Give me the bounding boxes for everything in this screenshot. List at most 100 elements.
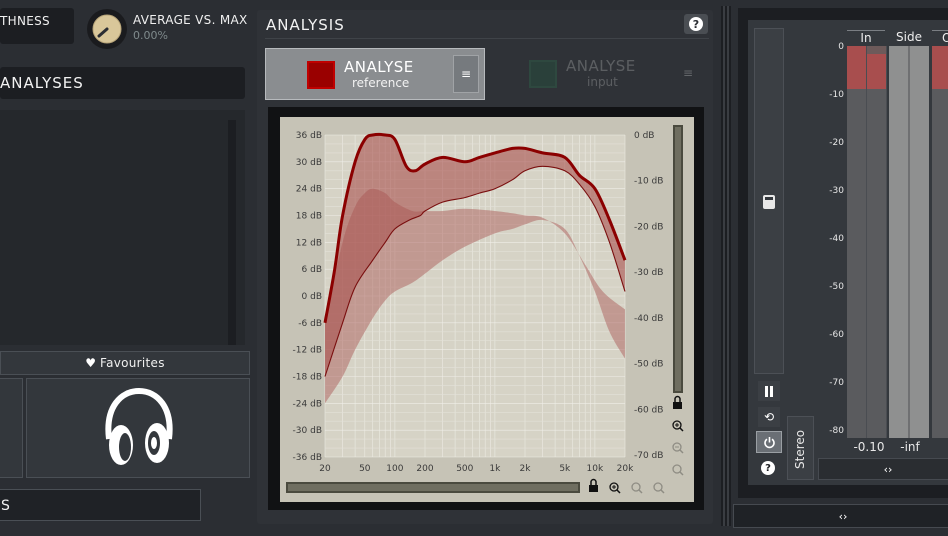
stereo-label: Stereo: [793, 429, 807, 469]
y-axis-right-labels: 0 dB -10 dB -20 dB -30 dB -40 dB -50 dB -60 dB…: [634, 131, 663, 461]
meter-in-left-peak: [847, 46, 866, 89]
y-tick-label-left: -6 dB: [298, 319, 322, 329]
pause-icon-bar-right: [770, 385, 773, 397]
horizontal-zoom-out-icon[interactable]: [631, 482, 643, 494]
horizontal-zoom-in-icon[interactable]: [609, 482, 621, 494]
bottom-arrows-button[interactable]: ‹›: [733, 504, 948, 528]
meter-side-bars: [889, 46, 929, 438]
y-tick-label-right: -40 dB: [634, 314, 663, 324]
meter-in-value: -0.10: [853, 440, 885, 454]
x-tick-label: 2k: [520, 464, 532, 474]
y-tick-label-left: 36 dB: [296, 131, 322, 141]
y-tick-label-right: -60 dB: [634, 405, 663, 415]
meter-out-peak: [932, 46, 948, 89]
power-button[interactable]: [756, 431, 782, 453]
help-button[interactable]: ?: [684, 14, 708, 34]
x-tick-label: 1k: [489, 464, 501, 474]
vertical-zoom-reset-icon[interactable]: [672, 464, 684, 476]
meter-side-separator: [908, 46, 910, 438]
meter-side-strip: [754, 28, 784, 374]
y-tick-label-left: -12 dB: [293, 346, 322, 356]
x-tick-label: 5k: [559, 464, 571, 474]
plot-horizontal-slider-thumb[interactable]: [288, 484, 578, 491]
x-tick-label: 200: [416, 464, 433, 474]
smoothness-label: THNESS: [0, 14, 50, 28]
meter-tick-label: 0: [838, 42, 844, 52]
meter-tick-label: -40: [829, 234, 844, 244]
meter-in-right-hold: [867, 46, 886, 54]
analyse-reference-title: ANALYSE: [344, 58, 414, 76]
x-tick-label: 20k: [617, 464, 634, 474]
preset-tile-left[interactable]: [0, 378, 23, 478]
loop-icon: ⟲: [763, 410, 775, 424]
meter-side-value: -inf: [900, 440, 920, 454]
pause-icon-bar-left: [765, 385, 768, 397]
analyse-input-sub: input: [587, 75, 618, 89]
y-tick-label-right: 0 dB: [634, 131, 654, 141]
y-tick-label-left: 12 dB: [296, 238, 322, 248]
analyse-input-button[interactable]: ANALYSE input ≡: [515, 48, 705, 100]
y-tick-label-left: 18 dB: [296, 212, 322, 222]
meter-tick-label: -30: [829, 186, 844, 196]
x-tick-label: 20: [319, 464, 331, 474]
meter-tick-label: -80: [829, 426, 844, 436]
y-tick-label-left: 30 dB: [296, 158, 322, 168]
average-vs-max-value: 0.00%: [133, 29, 168, 42]
smoothness-panel: THNESS: [0, 8, 74, 44]
meter-help-icon[interactable]: ?: [761, 461, 775, 475]
y-tick-label-left: -36 dB: [293, 453, 322, 463]
y-tick-label-left: -18 dB: [293, 373, 322, 383]
analyses-header: ANALYSES: [0, 67, 245, 99]
average-vs-max-label: AVERAGE VS. MAX: [133, 13, 248, 27]
analyse-reference-sub: reference: [352, 76, 410, 90]
favourites-button[interactable]: ♥ Favourites: [0, 351, 250, 375]
y-axis-left-labels: 36 dB 30 dB 24 dB 18 dB 12 dB 6 dB 0 dB -6 dB -1…: [293, 131, 322, 463]
y-tick-label-left: 6 dB: [302, 265, 322, 275]
y-tick-label-left: 0 dB: [302, 292, 322, 302]
vertical-lock-icon[interactable]: [673, 395, 682, 410]
meter-col-out: O: [932, 30, 948, 45]
average-vs-max-knob[interactable]: [86, 8, 128, 50]
average-vs-max-control[interactable]: AVERAGE VS. MAX 0.00%: [84, 8, 254, 50]
x-tick-label: 100: [386, 464, 403, 474]
horizontal-lock-icon[interactable]: [589, 478, 598, 493]
y-tick-label-right: -50 dB: [634, 360, 663, 370]
pause-button[interactable]: [758, 381, 780, 401]
meter-tick-label: -70: [829, 378, 844, 388]
meter-in-bars: [847, 46, 887, 438]
headphones-icon: [105, 387, 173, 465]
plugin-window: THNESS AVERAGE VS. MAX 0.00% ANALYSES ♥ …: [0, 0, 948, 536]
plot-vertical-slider-thumb[interactable]: [675, 127, 681, 391]
record-reference-icon: [307, 61, 335, 89]
analyses-list[interactable]: [0, 110, 245, 345]
y-tick-label-right: -30 dB: [634, 268, 663, 278]
horizontal-zoom-reset-icon[interactable]: [653, 482, 665, 494]
x-axis-labels: 20 50 100 200 500 1k 2k 5k 10k 20k: [319, 464, 634, 474]
stereo-button[interactable]: Stereo: [787, 416, 814, 480]
headphones-tile[interactable]: [26, 378, 250, 478]
analysis-divider: [265, 38, 709, 39]
y-tick-label-right: -10 dB: [634, 177, 663, 187]
meter-tick-label: -10: [829, 90, 844, 100]
reference-menu-button[interactable]: ≡: [453, 55, 479, 93]
calculator-icon[interactable]: [763, 195, 775, 209]
analyse-reference-button[interactable]: ANALYSE reference ≡: [265, 48, 485, 100]
panel-resize-handle[interactable]: [721, 6, 731, 526]
meter-tick-label: -20: [829, 138, 844, 148]
y-tick-label-left: 24 dB: [296, 185, 322, 195]
power-icon: [763, 436, 775, 448]
meter-in-right-bar: [867, 46, 886, 438]
meter-out-bar: [932, 46, 948, 438]
meter-col-in: In: [847, 30, 885, 45]
analyses-scrollbar[interactable]: [228, 120, 236, 345]
help-icon: ?: [689, 17, 703, 31]
bottom-left-label: S: [1, 498, 10, 514]
y-tick-label-left: -30 dB: [293, 426, 322, 436]
vertical-zoom-out-icon[interactable]: [672, 442, 684, 454]
loop-button[interactable]: ⟲: [758, 407, 780, 427]
spectrum-plot[interactable]: 36 dB 30 dB 24 dB 18 dB 12 dB 6 dB 0 dB -6 dB -1…: [280, 117, 694, 502]
meter-tick-labels: 0 -10 -20 -30 -40 -50 -60 -70 -80: [820, 0, 846, 536]
input-menu-button[interactable]: ≡: [675, 54, 701, 92]
vertical-zoom-in-icon[interactable]: [672, 420, 684, 432]
bottom-left-button[interactable]: S: [0, 489, 201, 521]
